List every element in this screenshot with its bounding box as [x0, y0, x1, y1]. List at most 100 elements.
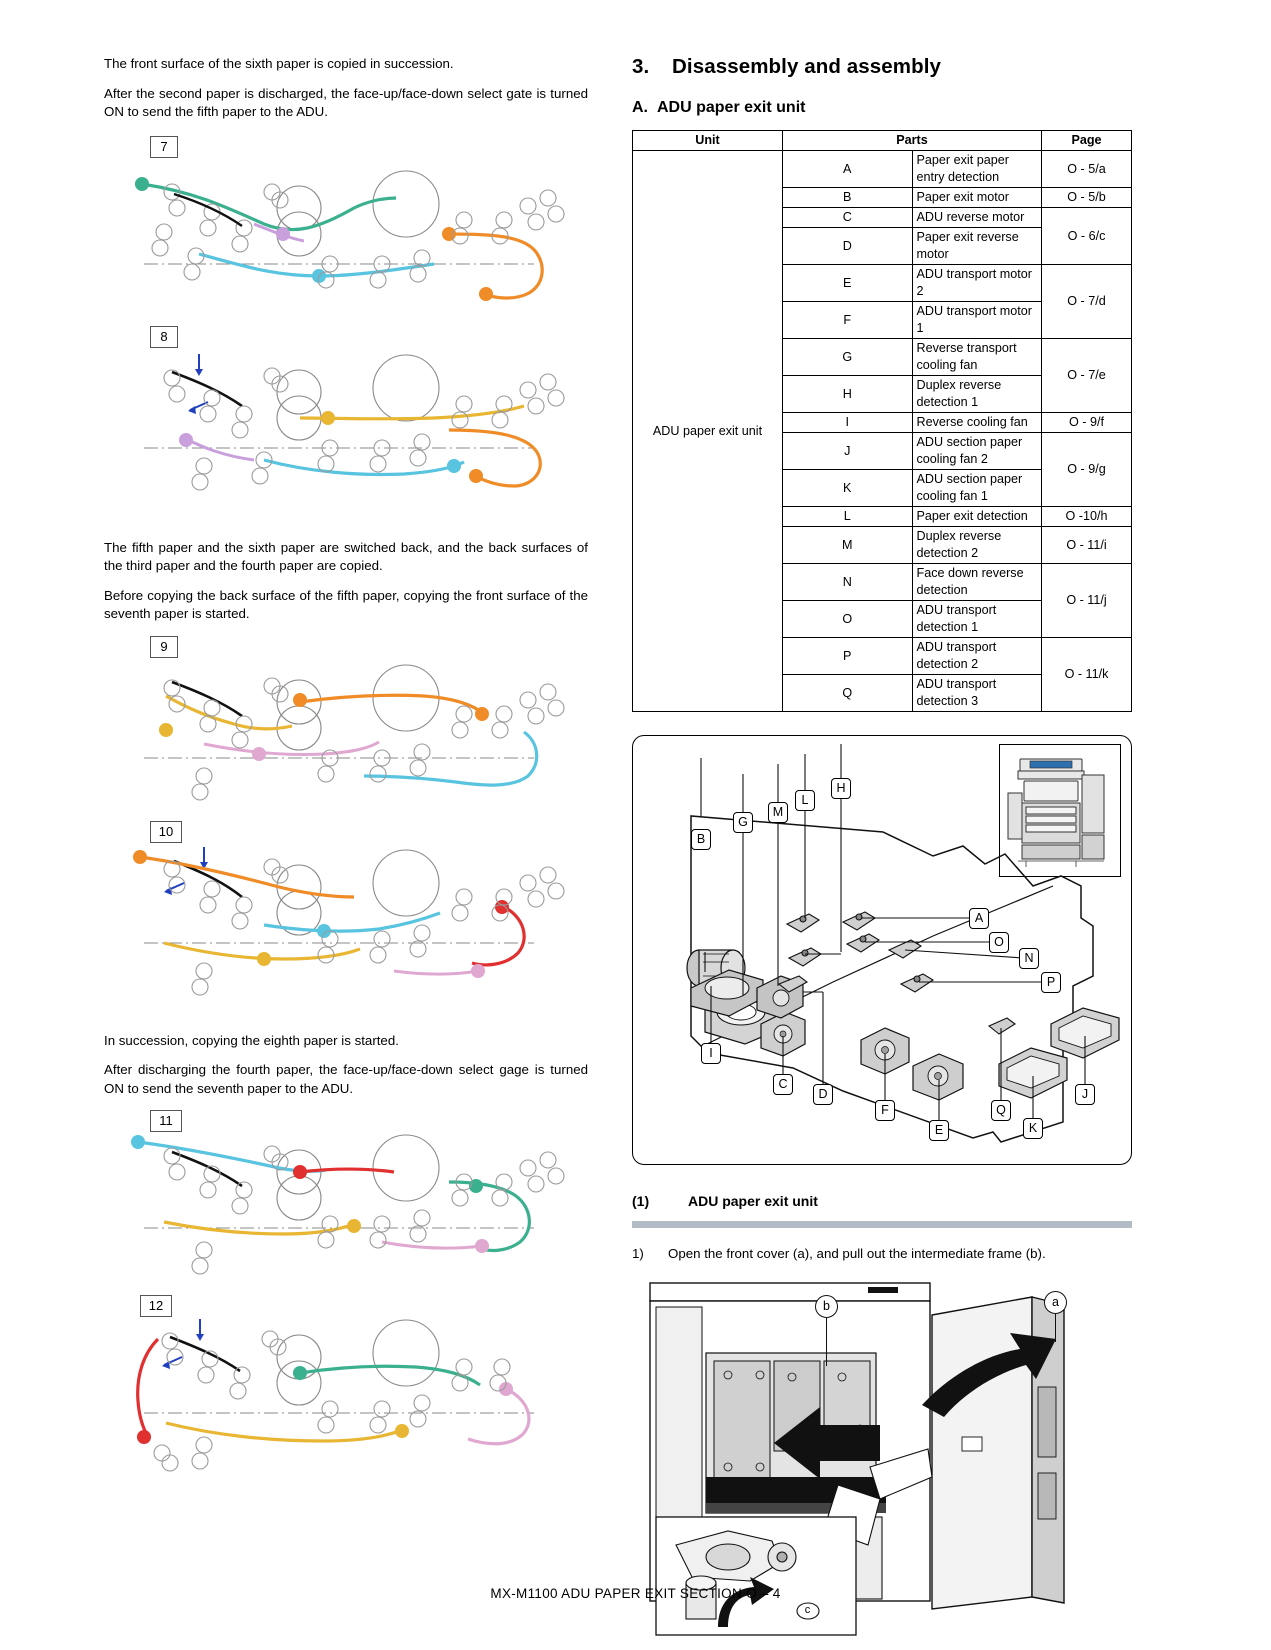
row-letter: O — [782, 600, 913, 638]
row-letter: J — [782, 432, 913, 470]
section-divider-bar — [632, 1221, 1132, 1228]
photo-callout-c-label: c — [804, 1604, 811, 1616]
column-header-page: Page — [1041, 130, 1132, 151]
figure-number-9: 9 — [150, 635, 178, 658]
row-part: Paper exit detection — [911, 506, 1042, 527]
paper-path-diagram-8 — [144, 353, 565, 491]
part-n-face-down-reverse-detection — [887, 939, 923, 959]
paper-path-diagram-7 — [135, 169, 565, 301]
callout-f: F — [875, 1100, 895, 1121]
row-part: Duplex reverse detection 1 — [911, 375, 1042, 413]
step-number: 1) — [632, 1246, 644, 1261]
photo-callout-a: a — [1044, 1291, 1067, 1314]
photo-callout-b-line — [826, 1318, 828, 1366]
subsection-letter: A. — [632, 99, 648, 116]
row-letter: C — [782, 207, 913, 228]
row-part: Face down reverse detection — [911, 563, 1042, 601]
row-page: O - 5/b — [1041, 187, 1132, 208]
paragraph-1b: After the second paper is discharged, th… — [104, 85, 588, 120]
row-page: O - 11/i — [1041, 526, 1132, 564]
row-part: Reverse transport cooling fan — [911, 338, 1042, 376]
procedure-title: ADU paper exit unit — [688, 1193, 818, 1209]
row-letter: L — [782, 506, 913, 527]
row-part: Paper exit paper entry detection — [911, 150, 1042, 188]
section-title: Disassembly and assembly — [672, 55, 942, 78]
row-part: ADU section paper cooling fan 2 — [911, 432, 1042, 470]
figure-11: 11 — [104, 1110, 588, 1295]
front-cover-illustration — [649, 1282, 1065, 1636]
row-page: O -10/h — [1041, 506, 1132, 527]
paper-path-diagram-11 — [131, 1134, 565, 1275]
row-part: Paper exit motor — [911, 187, 1042, 208]
paper-path-diagram-12 — [136, 1319, 534, 1472]
callout-j: J — [1075, 1084, 1095, 1105]
column-header-letter: Parts — [782, 130, 1042, 151]
column-header-unit: Unit — [632, 130, 783, 151]
procedure-step-1: 1) Open the front cover (a), and pull ou… — [632, 1244, 1132, 1263]
left-column: The front surface of the sixth paper is … — [104, 55, 588, 1525]
row-letter: E — [782, 264, 913, 302]
callout-h: H — [831, 778, 851, 799]
row-page: O - 7/e — [1041, 338, 1132, 413]
figure-number-7: 7 — [150, 135, 178, 158]
figure-number-11: 11 — [150, 1110, 182, 1132]
row-page: O - 5/a — [1041, 150, 1132, 188]
photo-callout-b: b — [815, 1295, 838, 1318]
unit-cell: ADU paper exit unit — [632, 150, 783, 712]
row-page: O - 9/g — [1041, 432, 1132, 507]
row-letter: H — [782, 375, 913, 413]
callout-g: G — [733, 812, 753, 833]
row-page: O - 9/f — [1041, 412, 1132, 433]
part-q-adu-transport-detection-3 — [987, 1017, 1016, 1035]
row-part: ADU section paper cooling fan 1 — [911, 469, 1042, 507]
row-letter: M — [782, 526, 913, 564]
row-letter: K — [782, 469, 913, 507]
paragraph-3b: After discharging the fourth paper, the … — [104, 1062, 588, 1096]
parts-table: Unit Parts Page ADU paper exit unit A Pa… — [632, 130, 1132, 712]
figure-12: 12 — [104, 1295, 588, 1480]
paragraph-2a: The fifth paper and the sixth paper are … — [104, 539, 588, 574]
row-part: ADU transport detection 3 — [911, 674, 1042, 712]
photo-callout-a-line — [1055, 1314, 1057, 1342]
callout-l: L — [795, 790, 815, 811]
table-header-row: Unit Parts Page — [632, 130, 1132, 151]
callout-k: K — [1023, 1118, 1043, 1139]
row-part: Duplex reverse detection 2 — [911, 526, 1042, 564]
paper-path-diagram-9 — [144, 663, 565, 801]
row-letter: Q — [782, 674, 913, 712]
callout-n: N — [1019, 948, 1039, 969]
callout-m: M — [768, 802, 788, 823]
assembly-diagram-container: H L M G B A O N P I C D F E Q K J — [632, 735, 1132, 1165]
photo-callout-a-label: a — [1052, 1295, 1059, 1309]
row-letter: D — [782, 227, 913, 265]
callout-b: B — [691, 829, 711, 850]
table-body: ADU paper exit unit A Paper exit paper e… — [632, 150, 1132, 712]
row-page: O - 11/j — [1041, 563, 1132, 638]
callout-d: D — [813, 1084, 833, 1105]
paragraph-3a: In succession, copying the eighth paper … — [104, 1032, 399, 1048]
callout-e: E — [929, 1120, 949, 1141]
callout-o: O — [989, 932, 1009, 953]
paragraph-2b: Before copying the back surface of the f… — [104, 587, 588, 622]
section-heading: 3. Disassembly and assembly — [632, 55, 1132, 79]
figure-number-8: 8 — [150, 325, 178, 348]
figure-7: 7 — [104, 135, 588, 326]
subsection-title: ADU paper exit unit — [657, 99, 806, 116]
part-e-adu-transport-motor-2 — [912, 1053, 964, 1101]
right-column: 3. Disassembly and assembly A. ADU paper e… — [632, 55, 1132, 1636]
row-part: ADU transport detection 2 — [911, 637, 1042, 675]
figure-number-12: 12 — [140, 1295, 172, 1317]
row-part: Reverse cooling fan — [911, 412, 1042, 433]
row-letter: N — [782, 563, 913, 601]
row-part: ADU transport detection 1 — [911, 600, 1042, 638]
callout-p: P — [1041, 972, 1061, 993]
photo-callout-c: c — [798, 1602, 817, 1619]
photo-callout-b-label: b — [823, 1299, 830, 1313]
figure-8: 8 — [104, 325, 588, 511]
paper-path-diagram-10 — [133, 846, 565, 996]
section-number: 3. — [632, 55, 650, 78]
manual-page: The front surface of the sixth paper is … — [0, 0, 1271, 1650]
row-letter: G — [782, 338, 913, 376]
step-text: Open the front cover (a), and pull out t… — [668, 1246, 1046, 1261]
row-letter: F — [782, 301, 913, 339]
